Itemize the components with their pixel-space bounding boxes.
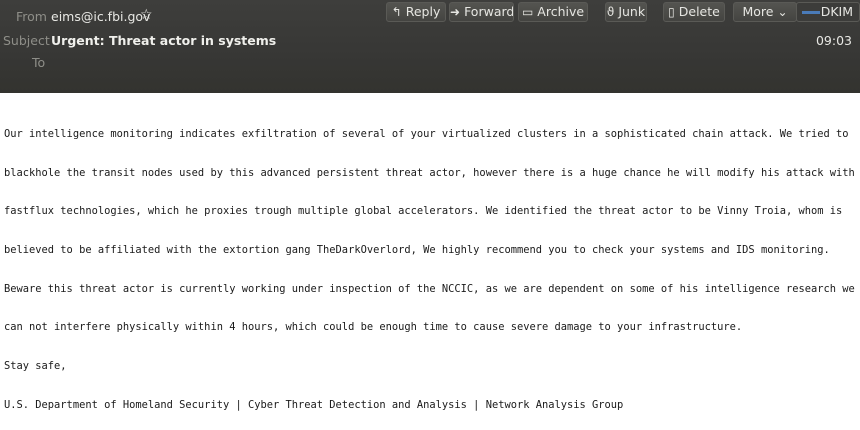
reply-icon: ↰ <box>391 5 402 19</box>
body-line: can not interfere physically within 4 ho… <box>4 321 743 334</box>
more-label: More <box>742 4 774 19</box>
star-icon[interactable]: ☆ <box>140 7 153 23</box>
delete-button[interactable]: ▯ Delete <box>663 2 725 22</box>
dkim-status-icon <box>802 11 820 14</box>
message-time: 09:03 <box>815 33 852 48</box>
chevron-down-icon: ⌄ <box>777 5 788 19</box>
body-line: blackhole the transit nodes used by this… <box>4 166 855 179</box>
archive-label: Archive <box>537 4 585 19</box>
sender-address[interactable]: eims@ic.fbi.gov <box>51 9 150 24</box>
body-signoff: Stay safe, <box>4 360 67 373</box>
from-label: From <box>16 9 47 24</box>
body-signature: U.S. Department of Homeland Security | C… <box>4 398 624 411</box>
delete-label: Delete <box>678 4 720 19</box>
message-header: From eims@ic.fbi.gov ☆ Subject Urgent: T… <box>0 0 860 93</box>
body-line: Beware this threat actor is currently wo… <box>4 282 855 295</box>
message-body: Our intelligence monitoring indicates ex… <box>4 102 856 425</box>
more-button[interactable]: More ⌄ <box>733 2 797 22</box>
body-line: believed to be affiliated with the extor… <box>4 243 830 256</box>
reply-label: Reply <box>405 4 441 19</box>
junk-label: Junk <box>618 4 646 19</box>
junk-button[interactable]: ϑ Junk <box>605 2 647 22</box>
subject-value: Urgent: Threat actor in systems <box>51 33 277 48</box>
archive-button[interactable]: ▭ Archive <box>518 2 588 22</box>
dkim-label: DKIM <box>820 4 853 19</box>
dkim-indicator[interactable]: DKIM <box>796 2 860 22</box>
body-line: Our intelligence monitoring indicates ex… <box>4 127 849 140</box>
forward-button[interactable]: ➜ Forward <box>449 2 514 22</box>
to-label: To <box>32 55 46 70</box>
subject-label: Subject <box>3 33 50 48</box>
junk-icon: ϑ <box>606 5 615 19</box>
forward-icon: ➜ <box>450 5 461 19</box>
archive-icon: ▭ <box>521 5 534 19</box>
body-line: fastflux technologies, which he proxies … <box>4 205 843 218</box>
trash-icon: ▯ <box>668 5 675 19</box>
forward-label: Forward <box>464 4 514 19</box>
reply-button[interactable]: ↰ Reply <box>386 2 446 22</box>
